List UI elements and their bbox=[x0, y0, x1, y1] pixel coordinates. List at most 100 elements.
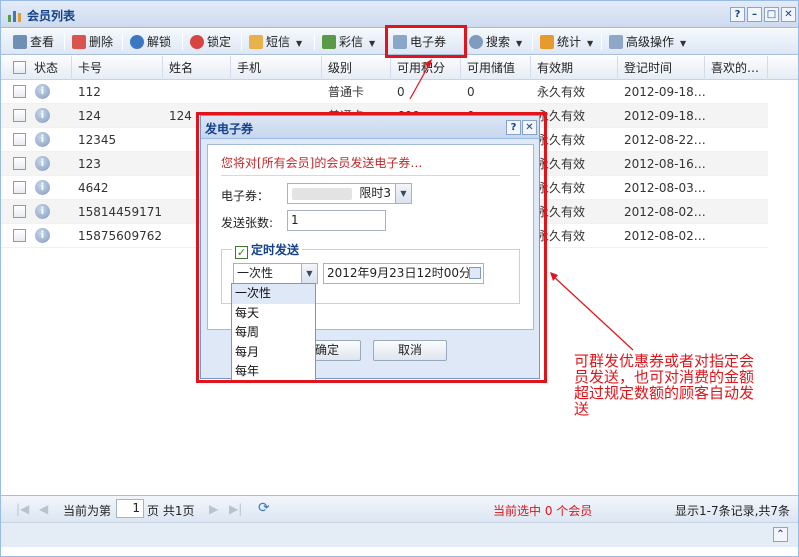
info-icon[interactable]: i bbox=[35, 180, 50, 195]
cell-card: 12345 bbox=[78, 133, 117, 147]
mms-button[interactable]: 彩信 ▼ bbox=[322, 33, 375, 51]
col-date[interactable]: 登记时间 bbox=[618, 56, 705, 80]
lock-label: 锁定 bbox=[207, 35, 232, 49]
mms-icon bbox=[322, 35, 336, 49]
grid-header: 状态 卡号 姓名 手机 级别 可用积分 可用储值 有效期 登记时间 喜欢的… bbox=[1, 56, 798, 80]
cell-card: 123 bbox=[78, 157, 101, 171]
table-row[interactable]: i 112 普通卡 0 0 永久有效 2012-09-18… bbox=[1, 80, 768, 104]
select-all-checkbox[interactable] bbox=[13, 61, 26, 74]
toolbar-divider bbox=[314, 34, 315, 50]
col-level[interactable]: 级别 bbox=[322, 56, 391, 80]
first-page-icon[interactable]: |◀ bbox=[16, 502, 29, 516]
refresh-icon[interactable]: ⟳ bbox=[258, 500, 270, 516]
info-icon[interactable]: i bbox=[35, 108, 50, 123]
col-points[interactable]: 可用积分 bbox=[391, 56, 461, 80]
cell-card: 15814459171 bbox=[78, 205, 162, 219]
sms-button[interactable]: 短信 ▼ bbox=[249, 33, 302, 51]
delete-button[interactable]: 删除 bbox=[72, 33, 113, 51]
unlock-icon bbox=[130, 35, 144, 49]
cell-date: 2012-09-18… bbox=[624, 109, 706, 123]
advanced-label: 高级操作 bbox=[626, 35, 675, 49]
stats-button[interactable]: 统计 ▼ bbox=[540, 33, 593, 51]
unlock-label: 解锁 bbox=[147, 35, 172, 49]
cell-balance: 0 bbox=[467, 85, 475, 99]
col-name[interactable]: 姓名 bbox=[163, 56, 231, 80]
page-input[interactable]: 1 bbox=[116, 499, 144, 518]
search-icon bbox=[469, 35, 483, 49]
chevron-down-icon: ▼ bbox=[369, 39, 376, 48]
row-checkbox[interactable] bbox=[13, 229, 26, 242]
page-suffix: 页 共1页 bbox=[147, 504, 195, 518]
search-button[interactable]: 搜索 ▼ bbox=[469, 33, 522, 51]
toolbar-divider bbox=[182, 34, 183, 50]
delete-label: 删除 bbox=[89, 35, 114, 49]
bottom-bar: ⌃ bbox=[1, 522, 798, 547]
selected-count: 当前选中 0 个会员 bbox=[493, 504, 593, 518]
next-page-icon[interactable]: ▶ bbox=[209, 502, 218, 516]
cell-validity: 永久有效 bbox=[537, 85, 586, 99]
info-icon[interactable]: i bbox=[35, 132, 50, 147]
info-icon[interactable]: i bbox=[35, 156, 50, 171]
cell-date: 2012-09-18… bbox=[624, 85, 706, 99]
pager-bar: |◀ ◀ 当前为第 1 页 共1页 ▶ ▶| ⟳ 当前选中 0 个会员 显示1-… bbox=[1, 495, 798, 522]
minimize-button[interactable]: – bbox=[747, 7, 762, 22]
row-checkbox[interactable] bbox=[13, 181, 26, 194]
col-balance[interactable]: 可用储值 bbox=[461, 56, 531, 80]
close-button[interactable]: ✕ bbox=[781, 7, 796, 22]
annotation-text: 可群发优惠券或者对指定会员发送，也可对消费的金额超过规定数额的顾客自动发送 bbox=[574, 352, 755, 418]
cell-card: 4642 bbox=[78, 181, 109, 195]
lock-button[interactable]: 锁定 bbox=[190, 33, 231, 51]
col-status[interactable]: 状态 bbox=[28, 56, 72, 80]
row-checkbox[interactable] bbox=[13, 109, 26, 122]
toolbar-divider bbox=[241, 34, 242, 50]
cell-date: 2012-08-02… bbox=[624, 205, 706, 219]
row-checkbox[interactable] bbox=[13, 157, 26, 170]
chevron-down-icon: ▼ bbox=[516, 39, 523, 48]
cell-level: 普通卡 bbox=[328, 85, 365, 99]
cell-card: 15875609762 bbox=[78, 229, 162, 243]
member-list-icon bbox=[8, 11, 21, 22]
info-icon[interactable]: i bbox=[35, 228, 50, 243]
toolbar-divider bbox=[64, 34, 65, 50]
advanced-button[interactable]: 高级操作 ▼ bbox=[609, 33, 686, 51]
stats-icon bbox=[540, 35, 554, 49]
chevron-down-icon: ▼ bbox=[296, 39, 303, 48]
delete-icon bbox=[72, 35, 86, 49]
page-prefix: 当前为第 bbox=[63, 504, 112, 518]
last-page-icon[interactable]: ▶| bbox=[229, 502, 242, 516]
maximize-button[interactable]: □ bbox=[764, 7, 779, 22]
search-label: 搜索 bbox=[486, 35, 511, 49]
sms-icon bbox=[249, 35, 263, 49]
cell-card: 124 bbox=[78, 109, 101, 123]
row-checkbox[interactable] bbox=[13, 85, 26, 98]
toolbar-divider bbox=[601, 34, 602, 50]
view-icon bbox=[13, 35, 27, 49]
cell-name bbox=[163, 80, 169, 104]
help-button[interactable]: ? bbox=[730, 7, 745, 22]
row-checkbox[interactable] bbox=[13, 205, 26, 218]
unlock-button[interactable]: 解锁 bbox=[130, 33, 171, 51]
toolbar-divider bbox=[532, 34, 533, 50]
col-card[interactable]: 卡号 bbox=[72, 56, 163, 80]
cell-date: 2012-08-02… bbox=[624, 229, 706, 243]
col-favorite[interactable]: 喜欢的… bbox=[705, 56, 768, 80]
collapse-up-icon[interactable]: ⌃ bbox=[773, 527, 788, 542]
col-mobile[interactable]: 手机 bbox=[231, 56, 322, 80]
cell-points: 0 bbox=[397, 85, 405, 99]
title-bar: 会员列表 ? – □ ✕ bbox=[1, 1, 798, 28]
col-validity[interactable]: 有效期 bbox=[531, 56, 618, 80]
info-icon[interactable]: i bbox=[35, 84, 50, 99]
dialog-highlight bbox=[196, 112, 547, 383]
cell-date: 2012-08-16… bbox=[624, 157, 706, 171]
cell-date: 2012-08-03… bbox=[624, 181, 706, 195]
toolbar-divider bbox=[122, 34, 123, 50]
prev-page-icon[interactable]: ◀ bbox=[39, 502, 48, 516]
lock-icon bbox=[190, 35, 204, 49]
cell-card: 112 bbox=[78, 85, 101, 99]
cell-date: 2012-08-22… bbox=[624, 133, 706, 147]
info-icon[interactable]: i bbox=[35, 204, 50, 219]
view-button[interactable]: 查看 bbox=[13, 33, 54, 51]
window-title: 会员列表 bbox=[27, 9, 76, 23]
ecoupon-highlight bbox=[385, 25, 467, 58]
row-checkbox[interactable] bbox=[13, 133, 26, 146]
